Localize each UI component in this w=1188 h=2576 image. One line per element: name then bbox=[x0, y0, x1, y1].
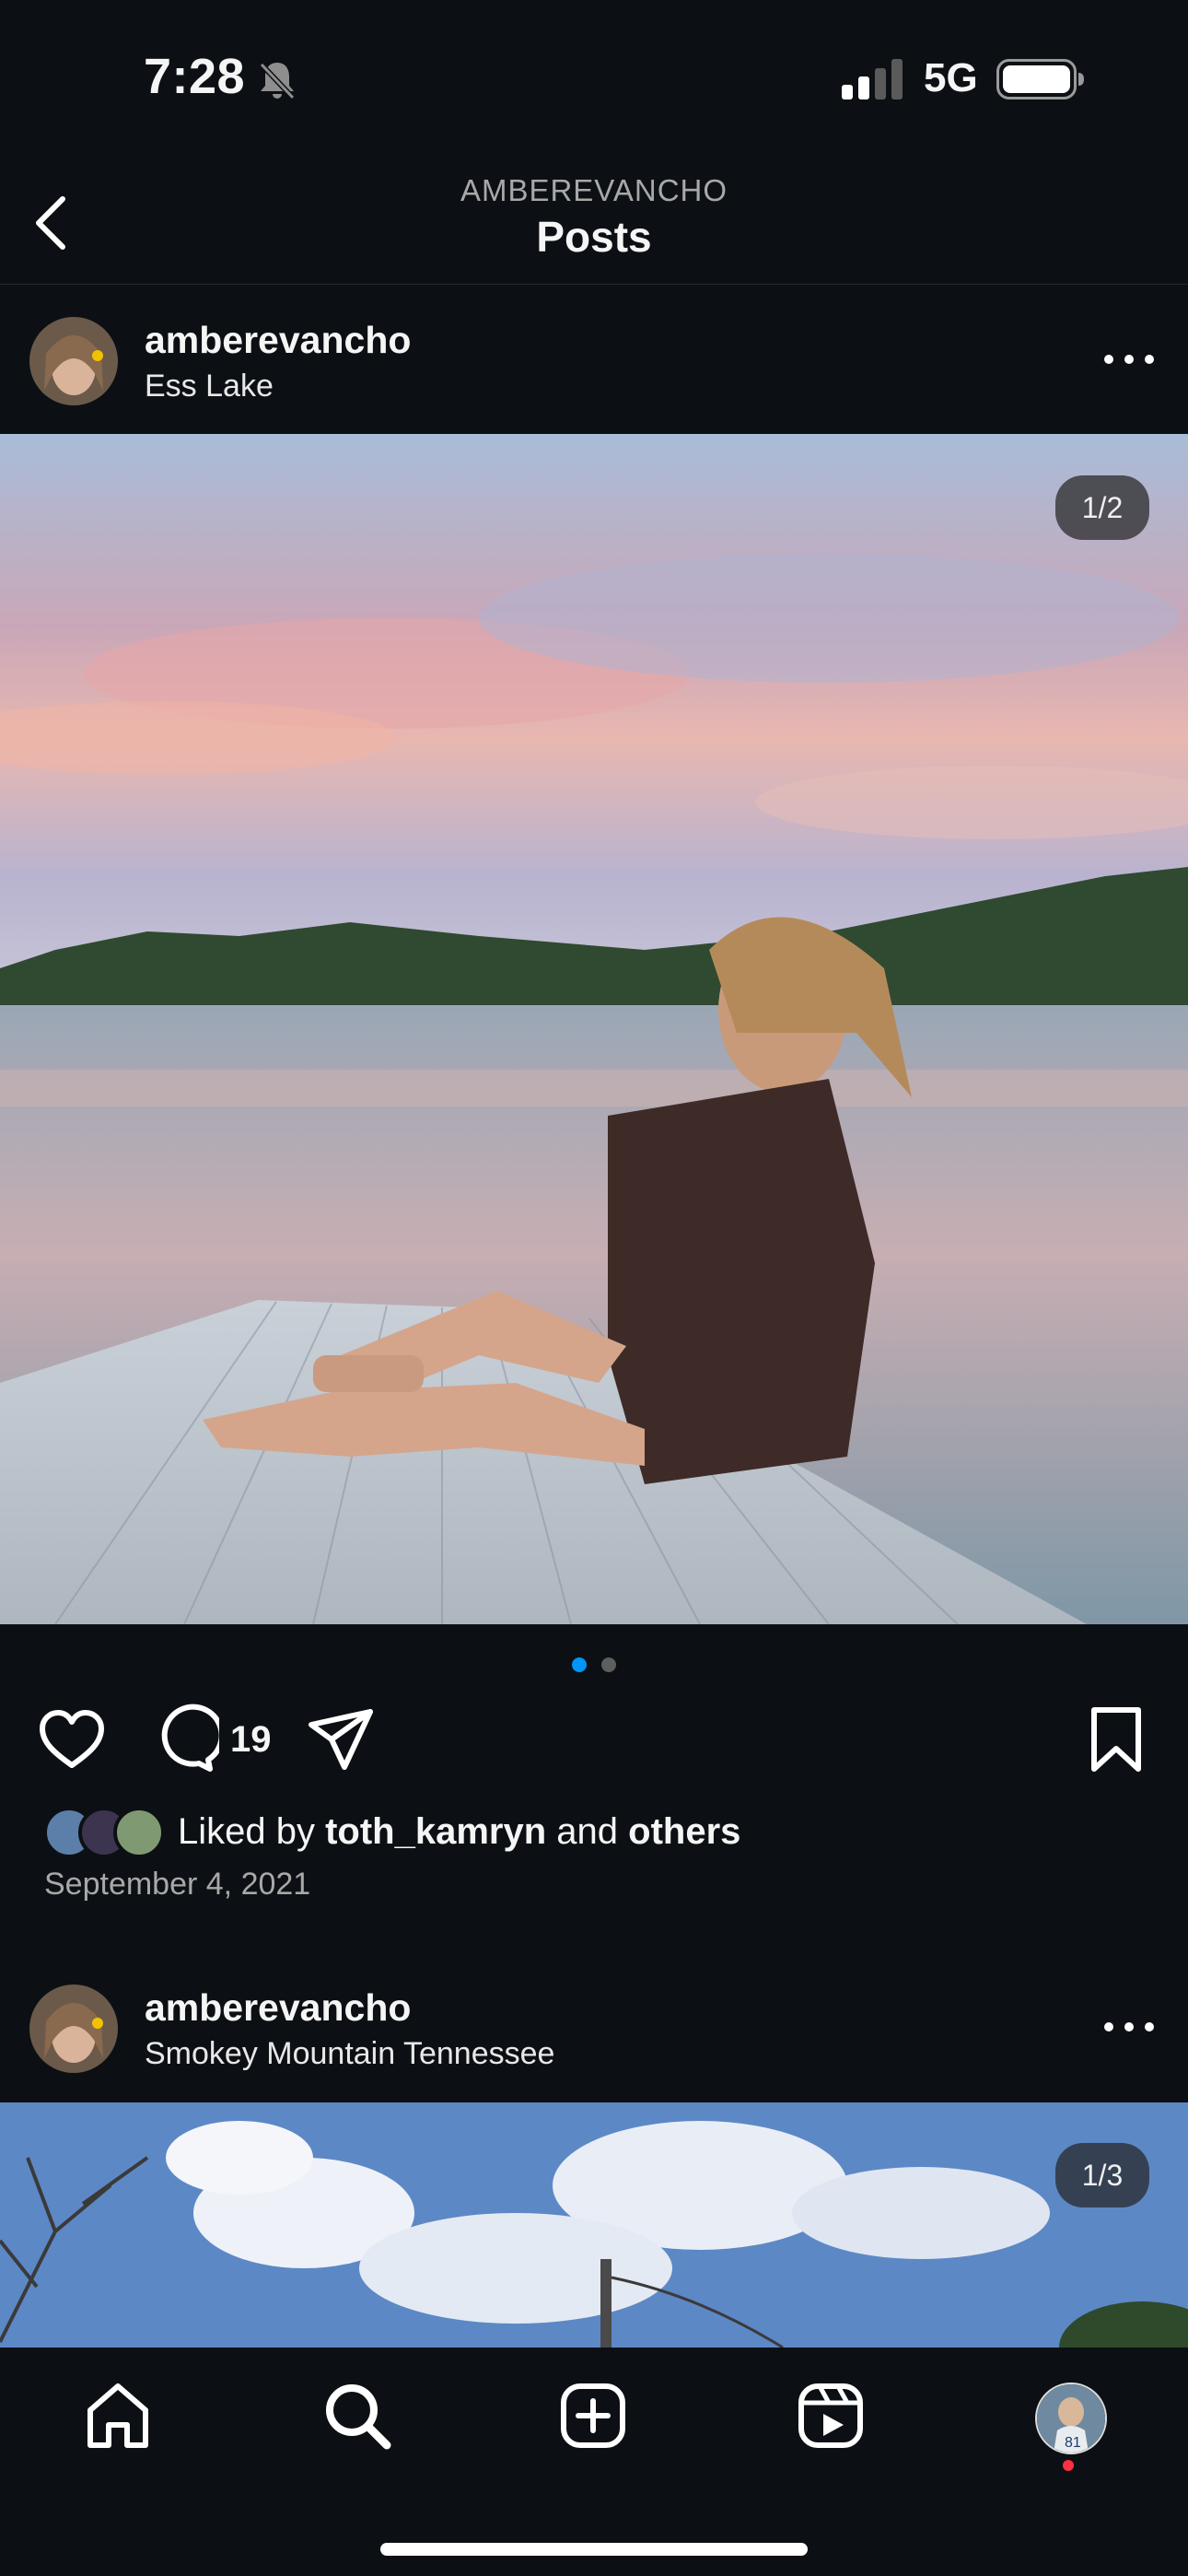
comment-count[interactable]: 19 bbox=[230, 1719, 272, 1761]
liked-by-avatars[interactable] bbox=[42, 1806, 168, 1859]
network-type: 5G bbox=[924, 55, 978, 100]
post-date: September 4, 2021 bbox=[44, 1867, 311, 1902]
signal-icon bbox=[842, 59, 903, 100]
comment-icon[interactable] bbox=[146, 1703, 219, 1776]
liked-by-text[interactable]: Liked by toth_kamryn and others bbox=[178, 1811, 740, 1853]
image-counter-badge: 1/2 bbox=[1055, 475, 1149, 540]
more-options-icon[interactable] bbox=[1101, 2018, 1157, 2036]
share-send-icon[interactable] bbox=[304, 1703, 378, 1776]
bookmark-icon[interactable] bbox=[1079, 1703, 1153, 1776]
header-username: AMBEREVANCHO bbox=[460, 173, 728, 207]
status-time: 7:28 bbox=[144, 49, 246, 104]
post-location[interactable]: Ess Lake bbox=[145, 369, 274, 404]
liked-by-joiner: and bbox=[556, 1811, 619, 1852]
battery-icon bbox=[996, 59, 1084, 100]
home-indicator bbox=[380, 2543, 808, 2556]
notification-dot bbox=[1063, 2460, 1074, 2471]
liked-by-user[interactable]: toth_kamryn bbox=[325, 1811, 546, 1852]
page-title: Posts bbox=[536, 213, 652, 261]
post-avatar[interactable] bbox=[29, 317, 118, 405]
svg-text:81: 81 bbox=[1065, 2435, 1081, 2451]
post-username[interactable]: amberevancho bbox=[145, 1986, 411, 2030]
like-heart-icon[interactable] bbox=[35, 1703, 109, 1776]
carousel-dot bbox=[601, 1657, 616, 1672]
profile-avatar[interactable]: 81 bbox=[1035, 2383, 1107, 2454]
bell-slash-icon bbox=[259, 62, 296, 100]
more-options-icon[interactable] bbox=[1101, 350, 1157, 369]
home-icon[interactable] bbox=[81, 2379, 155, 2453]
liked-by-others[interactable]: others bbox=[628, 1811, 740, 1852]
post-location[interactable]: Smokey Mountain Tennessee bbox=[145, 2036, 554, 2072]
liked-by-prefix: Liked by bbox=[178, 1811, 315, 1852]
post-photo[interactable] bbox=[0, 2102, 1188, 2348]
search-icon[interactable] bbox=[320, 2379, 394, 2453]
carousel-dot-active bbox=[572, 1657, 587, 1672]
post-avatar[interactable] bbox=[29, 1985, 118, 2073]
create-icon[interactable] bbox=[556, 2379, 630, 2453]
reels-icon[interactable] bbox=[794, 2379, 868, 2453]
image-counter-badge: 1/3 bbox=[1055, 2143, 1149, 2207]
header-divider bbox=[0, 284, 1188, 285]
post-username[interactable]: amberevancho bbox=[145, 319, 411, 362]
post-photo[interactable] bbox=[0, 434, 1188, 1624]
